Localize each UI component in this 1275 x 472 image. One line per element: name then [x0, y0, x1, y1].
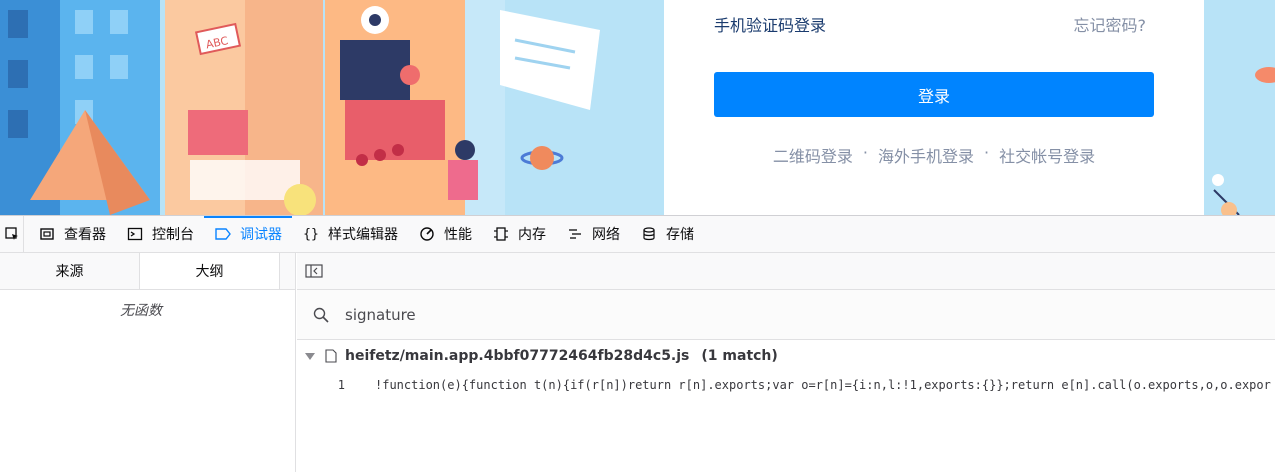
project-search-bar: [297, 290, 1275, 340]
devtools-toolbar: 查看器 控制台 调试器 {} 样式编辑器 性能 内存 网络 存储: [0, 215, 1275, 253]
qrcode-login-link[interactable]: 二维码登录: [773, 143, 853, 167]
tab-label: 性能: [444, 227, 472, 243]
illustration-image: ABC: [0, 0, 664, 215]
tab-performance[interactable]: 性能: [408, 216, 482, 253]
tab-network[interactable]: 网络: [556, 216, 630, 253]
tab-label: 控制台: [152, 227, 194, 243]
memory-icon: [492, 225, 510, 243]
tab-inspector[interactable]: 查看器: [28, 216, 116, 253]
debugger-search-pane: heifetz/main.app.4bbf07772464fb28d4c5.js…: [297, 253, 1275, 472]
search-result-line[interactable]: 1 !function(e){function t(n){if(r[n])ret…: [297, 372, 1275, 398]
separator: ·: [984, 143, 990, 162]
left-pane-tabs: 来源 大纲: [0, 253, 295, 290]
tab-storage[interactable]: 存储: [630, 216, 704, 253]
tab-label: 内存: [518, 227, 546, 243]
tab-label: 查看器: [64, 227, 106, 243]
decorative-strip: [1204, 0, 1275, 215]
editor-toolbar: [297, 253, 1275, 290]
separator: ·: [862, 143, 868, 162]
element-picker-button[interactable]: [0, 215, 24, 253]
file-icon: [325, 349, 337, 363]
search-input[interactable]: [345, 305, 945, 324]
forgot-password-link[interactable]: 忘记密码?: [1074, 12, 1147, 36]
alt-login-options: 二维码登录 · 海外手机登录 · 社交帐号登录: [664, 143, 1204, 167]
devtools-panel: 查看器 控制台 调试器 {} 样式编辑器 性能 内存 网络 存储 来源 大纲 无…: [0, 215, 1275, 472]
result-line-text: !function(e){function t(n){if(r[n])retur…: [375, 378, 1271, 392]
web-page: ABC 手机验证码登录 忘记密码? 登录 二维码登录 · 海外手机登录 · 社交…: [0, 0, 1275, 215]
debugger-icon: [214, 225, 232, 243]
storage-icon: [640, 225, 658, 243]
result-line-number: 1: [337, 378, 345, 392]
overseas-phone-login-link[interactable]: 海外手机登录: [878, 143, 974, 167]
network-icon: [566, 225, 584, 243]
tab-style-editor[interactable]: {} 样式编辑器: [292, 216, 408, 253]
social-login-link[interactable]: 社交帐号登录: [999, 143, 1095, 167]
debugger-left-pane: 来源 大纲 无函数: [0, 253, 296, 472]
tab-debugger[interactable]: 调试器: [204, 215, 292, 253]
result-match-count: (1 match): [701, 348, 778, 364]
style-editor-icon: {}: [303, 226, 319, 242]
tab-outline[interactable]: 大纲: [140, 253, 280, 289]
search-result-file[interactable]: heifetz/main.app.4bbf07772464fb28d4c5.js…: [297, 340, 1275, 372]
tab-memory[interactable]: 内存: [482, 216, 556, 253]
console-icon: [126, 225, 144, 243]
tab-console[interactable]: 控制台: [116, 216, 204, 253]
performance-icon: [418, 225, 436, 243]
outline-empty-message: 无函数: [120, 303, 162, 319]
inspector-icon: [38, 225, 56, 243]
tab-label: 网络: [592, 227, 620, 243]
tab-sources[interactable]: 来源: [0, 253, 140, 289]
expand-arrow-icon: [305, 352, 315, 360]
login-button[interactable]: 登录: [714, 72, 1154, 117]
search-icon: [313, 307, 329, 323]
tab-label: 样式编辑器: [328, 227, 398, 243]
sidebar-toggle-icon: [305, 264, 323, 278]
sms-login-link[interactable]: 手机验证码登录: [714, 12, 826, 36]
element-picker-icon: [4, 227, 18, 240]
toggle-sidebar-button[interactable]: [305, 263, 323, 279]
tab-label: 存储: [666, 227, 694, 243]
login-card: 手机验证码登录 忘记密码? 登录 二维码登录 · 海外手机登录 · 社交帐号登录: [664, 0, 1204, 215]
tab-label: 调试器: [240, 227, 282, 243]
result-file-name: heifetz/main.app.4bbf07772464fb28d4c5.js: [345, 348, 690, 364]
